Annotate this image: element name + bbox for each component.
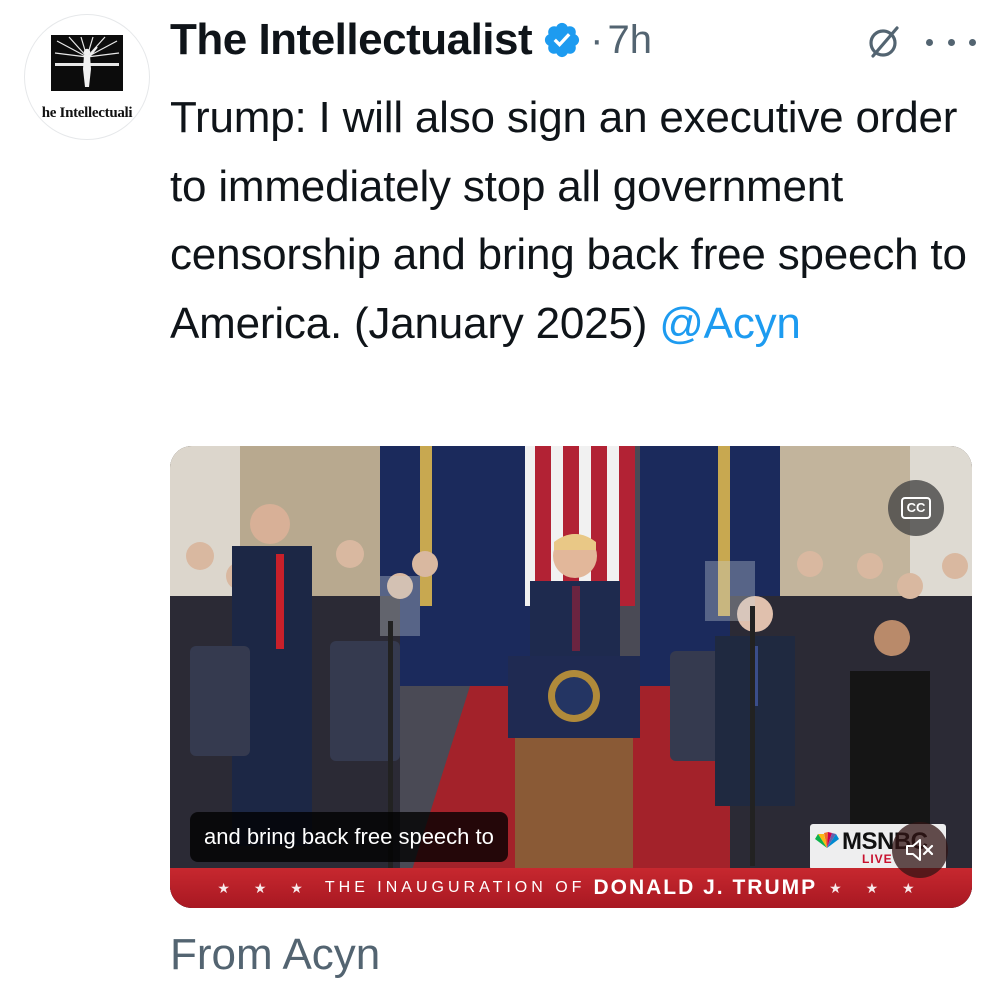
video-player[interactable]: CC and bring back free speech to MSNBC L… xyxy=(170,446,972,908)
more-dot xyxy=(969,38,976,46)
tweet-body: Trump: I will also sign an executive ord… xyxy=(170,93,967,348)
more-dot xyxy=(947,38,955,46)
more-icon[interactable] xyxy=(926,22,976,62)
timestamp[interactable]: 7h xyxy=(607,18,652,63)
display-name[interactable]: The Intellectualist xyxy=(170,15,533,65)
grok-icon[interactable] xyxy=(864,22,904,62)
cc-icon: CC xyxy=(900,497,932,519)
mention-link[interactable]: @Acyn xyxy=(659,299,801,348)
live-label: LIVE xyxy=(862,852,893,866)
closed-captions-button[interactable]: CC xyxy=(888,480,944,536)
tweet-text: Trump: I will also sign an executive ord… xyxy=(170,84,970,358)
mute-button[interactable] xyxy=(892,822,948,878)
video-caption: and bring back free speech to xyxy=(190,812,508,862)
statue-logo-icon xyxy=(51,35,123,91)
verified-badge-icon[interactable] xyxy=(542,20,582,60)
peacock-icon xyxy=(815,832,839,848)
separator-dot: · xyxy=(590,17,604,62)
avatar-logo-text: he Intellectuali xyxy=(41,105,133,121)
stars-left-icon: ★ ★ ★ xyxy=(217,879,313,896)
banner-name: DONALD J. TRUMP xyxy=(593,876,818,899)
inauguration-banner: ★ ★ ★ THE INAUGURATION OF DONALD J. TRUM… xyxy=(170,868,972,908)
more-dot xyxy=(926,38,933,46)
tweet-header: The Intellectualist · 7h xyxy=(170,12,652,68)
media-source-attribution[interactable]: From Acyn xyxy=(170,930,380,980)
muted-speaker-icon xyxy=(906,839,934,861)
avatar[interactable]: he Intellectuali xyxy=(24,14,150,140)
stars-right-icon: ★ ★ ★ xyxy=(829,879,925,896)
banner-prefix: THE INAUGURATION OF xyxy=(324,879,586,896)
